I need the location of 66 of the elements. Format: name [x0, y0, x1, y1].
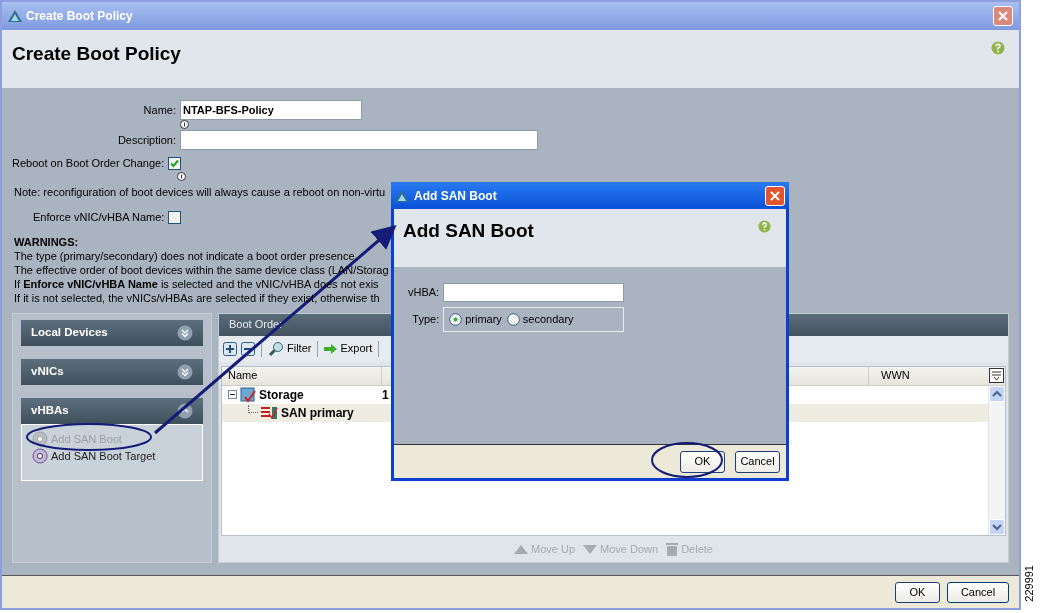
- scrollbar[interactable]: [988, 385, 1005, 535]
- collapse-icon[interactable]: [228, 390, 237, 399]
- accordion-header[interactable]: vNICs: [21, 358, 203, 385]
- close-icon: [770, 190, 780, 201]
- action-item[interactable]: Add SAN Boot Target: [32, 448, 192, 465]
- close-button[interactable]: [993, 6, 1013, 26]
- description-field[interactable]: [180, 130, 538, 150]
- table-cell-text: 1: [382, 386, 389, 404]
- page-title: Create Boot Policy: [12, 42, 181, 66]
- dialog-title: Add SAN Boot: [414, 187, 497, 205]
- accordion-header[interactable]: Local Devices: [21, 319, 203, 346]
- triangle-down-icon: [583, 544, 598, 554]
- field-label: Type:: [411, 312, 440, 328]
- radio-option[interactable]: secondary: [506, 311, 574, 328]
- accordion-header[interactable]: vHBAs: [21, 397, 203, 424]
- triangle-up-icon: [514, 544, 529, 554]
- annotation-oval: [651, 442, 723, 478]
- column-header[interactable]: WWN: [869, 366, 987, 385]
- san-icon: [261, 405, 278, 420]
- radio-option[interactable]: primary: [449, 311, 502, 328]
- app-icon: [395, 189, 409, 202]
- checkbox[interactable]: [168, 210, 182, 224]
- tree-row[interactable]: Storage 1: [222, 385, 988, 404]
- radio-button[interactable]: [449, 313, 463, 326]
- storage-icon: [240, 386, 256, 403]
- field-label: vHBA:: [408, 285, 440, 301]
- magnifier-icon: [268, 340, 284, 357]
- collapse-icon[interactable]: [177, 402, 193, 419]
- field-label: Reboot on Boot Order Change:: [12, 156, 165, 171]
- close-icon: [998, 11, 1008, 21]
- warnings-heading: WARNINGS:: [14, 234, 79, 249]
- figure-number: 229991: [1024, 565, 1035, 602]
- tree-label: Storage: [259, 386, 304, 404]
- trash-icon: [666, 542, 679, 556]
- info-icon: [177, 171, 186, 181]
- close-button[interactable]: [765, 185, 785, 206]
- expand-icon[interactable]: [177, 324, 193, 341]
- column-header[interactable]: Name: [222, 366, 382, 385]
- column-chooser-icon[interactable]: [988, 368, 1004, 383]
- add-icon[interactable]: [223, 341, 237, 356]
- note-text: Note: reconfiguration of boot devices will always cause a reboot on non-virtu: [14, 184, 386, 200]
- ok-button[interactable]: OK: [680, 450, 725, 473]
- arrow-icon: [324, 343, 338, 354]
- scroll-down-icon[interactable]: [989, 519, 1005, 535]
- field-label: Name:: [142, 102, 176, 118]
- name-field[interactable]: NTAP-BFS-Policy: [180, 100, 362, 120]
- checkbox[interactable]: [168, 156, 182, 170]
- warning-text: The type (primary/secondary) does not indicate a boot order presence.: [14, 248, 358, 263]
- disc-icon: [32, 448, 48, 465]
- cancel-button[interactable]: Cancel: [947, 581, 1009, 603]
- ok-button[interactable]: OK: [895, 581, 940, 603]
- field-label: Description:: [116, 132, 176, 148]
- vhba-field[interactable]: [443, 283, 625, 302]
- expand-icon[interactable]: [177, 363, 193, 380]
- field-label: Enforce vNIC/vHBA Name:: [33, 210, 165, 225]
- scroll-up-icon[interactable]: [989, 385, 1005, 402]
- cancel-button[interactable]: Cancel: [735, 450, 780, 473]
- export-button[interactable]: Export: [324, 340, 373, 357]
- tree-label: SAN primary: [281, 404, 354, 422]
- dialog-heading: Add SAN Boot: [403, 219, 534, 243]
- info-icon: [180, 120, 189, 129]
- filter-button[interactable]: Filter: [268, 340, 312, 357]
- app-icon: [8, 10, 22, 22]
- radio-button[interactable]: [506, 313, 520, 326]
- window-title: Create Boot Policy: [26, 8, 133, 25]
- disc-icon: [32, 430, 48, 447]
